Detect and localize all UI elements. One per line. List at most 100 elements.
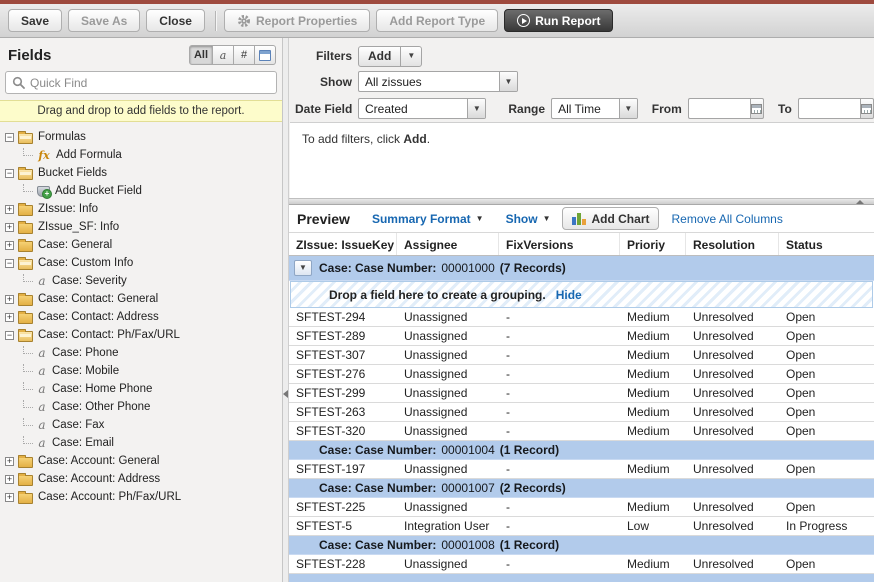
from-date-input[interactable] [688,98,750,119]
date-field-select[interactable]: Created ▼ [358,98,486,119]
table-row[interactable]: SFTEST-225 Unassigned - Medium Unresolve… [289,498,874,517]
expander-icon[interactable] [5,169,14,178]
collapse-left-icon[interactable] [283,390,288,398]
field-tree-item[interactable]: Case: Home Phone [3,380,282,398]
collapse-up-icon[interactable] [856,200,864,204]
column-header[interactable]: Status [779,233,874,255]
table-row[interactable]: SFTEST-289 Unassigned - Medium Unresolve… [289,327,874,346]
column-header[interactable]: Prioriy [620,233,686,255]
field-tree-item[interactable]: Case: Account: General [3,452,282,470]
field-tree-item[interactable]: ZIssue: Info [3,200,282,218]
add-filter-button[interactable]: Add ▼ [358,46,422,67]
cell-fixversions: - [499,403,620,421]
save-button[interactable]: Save [8,9,62,32]
add-report-type-button[interactable]: Add Report Type [376,9,498,32]
field-tree-item[interactable]: Add Formula [3,146,282,164]
filter-number-button[interactable]: # [234,45,255,65]
field-tree-item[interactable]: Case: Contact: General [3,290,282,308]
save-as-button[interactable]: Save As [68,9,140,32]
field-tree-item[interactable]: Case: Severity [3,272,282,290]
field-tree-item[interactable]: Bucket Fields [3,164,282,182]
field-tree-item[interactable]: Case: Mobile [3,362,282,380]
table-row[interactable]: SFTEST-294 Unassigned - Medium Unresolve… [289,308,874,327]
expander-icon[interactable] [5,133,14,142]
remove-all-columns-link[interactable]: Remove All Columns [671,212,782,226]
cell-assignee: Unassigned [397,308,499,326]
cell-issuekey: SFTEST-228 [289,555,397,573]
expander-icon[interactable] [5,295,14,304]
expander-icon[interactable] [5,331,14,340]
expander-icon[interactable] [5,457,14,466]
to-date-input[interactable] [798,98,860,119]
field-label: Case: Fax [52,419,104,431]
add-chart-button[interactable]: Add Chart [562,207,659,230]
close-button[interactable]: Close [146,9,205,32]
group-header-row[interactable]: Case: Case Number: 00001008 (1 Record) [289,536,874,555]
field-tree-item[interactable]: Case: Email [3,434,282,452]
run-report-button[interactable]: Run Report [504,9,613,32]
group-value: 00001008 [441,538,494,552]
expander-icon[interactable] [5,205,14,214]
filter-text-button[interactable]: a [213,45,234,65]
hide-drop-zone-link[interactable]: Hide [556,288,582,302]
group-header-row[interactable]: Case: Case Number: 00001007 (2 Records) [289,479,874,498]
field-tree-item[interactable]: Formulas [3,128,282,146]
field-tree-item[interactable]: Case: Other Phone [3,398,282,416]
group-header-row[interactable]: ▼ Case: Case Number: 00001000 (7 Records… [289,256,874,281]
summary-format-menu[interactable]: Summary Format ▼ [372,212,484,226]
field-tree-item[interactable]: Add Bucket Field [3,182,282,200]
expander-icon[interactable] [5,223,14,232]
table-row[interactable]: SFTEST-299 Unassigned - Medium Unresolve… [289,384,874,403]
quick-find-input[interactable] [30,76,270,90]
table-row[interactable]: SFTEST-263 Unassigned - Medium Unresolve… [289,403,874,422]
table-row[interactable]: SFTEST-228 Unassigned - Medium Unresolve… [289,555,874,574]
cell-issuekey: SFTEST-225 [289,498,397,516]
show-select[interactable]: All zissues ▼ [358,71,518,92]
field-tree-item[interactable]: Case: Account: Ph/Fax/URL [3,488,282,506]
calendar-icon[interactable] [750,98,764,119]
add-filter-label: Add [359,49,400,63]
expander-icon[interactable] [5,259,14,268]
show-columns-menu[interactable]: Show ▼ [506,212,551,226]
field-tree-item[interactable]: ZIssue_SF: Info [3,218,282,236]
field-tree-item[interactable]: Case: Contact: Address [3,308,282,326]
group-record-count: (7 Records) [500,261,566,275]
table-row[interactable]: SFTEST-307 Unassigned - Medium Unresolve… [289,346,874,365]
calendar-icon[interactable] [860,98,874,119]
column-header[interactable]: FixVersions [499,233,620,255]
caret-down-icon: ▼ [499,72,517,91]
range-select[interactable]: All Time ▼ [551,98,638,119]
expander-icon[interactable] [5,313,14,322]
filter-all-button[interactable]: All [189,45,213,65]
vertical-splitter[interactable] [283,38,289,582]
column-header[interactable]: Resolution [686,233,779,255]
cell-fixversions: - [499,460,620,478]
collapse-group-button[interactable]: ▼ [294,260,312,276]
column-header[interactable]: ZIssue: IssueKey [289,233,397,255]
table-row[interactable]: SFTEST-276 Unassigned - Medium Unresolve… [289,365,874,384]
table-row[interactable]: SFTEST-320 Unassigned - Medium Unresolve… [289,422,874,441]
group-label: Case: Case Number: [319,481,436,495]
field-tree-item[interactable]: Case: Phone [3,344,282,362]
filter-date-button[interactable] [255,45,276,65]
cell-priority: Medium [620,555,686,573]
field-tree-item[interactable]: Case: Custom Info [3,254,282,272]
cell-status: Open [779,498,874,516]
group-header-row[interactable]: Case: Case Number: 00001004 (1 Record) [289,441,874,460]
caret-down-icon: ▼ [299,264,307,272]
table-row[interactable]: SFTEST-197 Unassigned - Medium Unresolve… [289,460,874,479]
report-properties-button[interactable]: Report Properties [224,9,370,32]
expander-icon[interactable] [5,241,14,250]
field-tree-item[interactable]: Case: Fax [3,416,282,434]
field-tree-item[interactable]: Case: Contact: Ph/Fax/URL [3,326,282,344]
horizontal-splitter[interactable] [289,198,874,205]
column-header[interactable]: Assignee [397,233,499,255]
table-row[interactable]: SFTEST-5 Integration User - Low Unresolv… [289,517,874,536]
field-tree-item[interactable]: Case: Account: Address [3,470,282,488]
grouping-drop-zone[interactable]: Drop a field here to create a grouping. … [290,281,873,308]
tree-connector [23,148,33,156]
field-tree-item[interactable]: Case: General [3,236,282,254]
expander-icon[interactable] [5,493,14,502]
cell-assignee: Unassigned [397,384,499,402]
expander-icon[interactable] [5,475,14,484]
